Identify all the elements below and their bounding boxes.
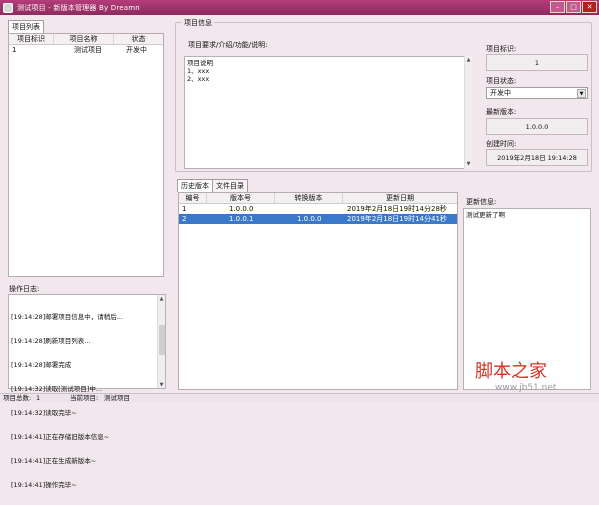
history-row-date: 2019年2月18日19时14分28秒 [347, 205, 447, 213]
log-line: [19:14:28]邮署项目信息中，请稍后... [11, 313, 123, 321]
history-list-panel: 编号 版本号 转换版本 更新日期 1 1.0.0.0 2019年2月18日19时… [178, 192, 458, 390]
tab-history-label: 历史版本 [181, 182, 209, 190]
created-time-label: 创建时间: [486, 140, 517, 148]
col-project-status[interactable]: 状态 [114, 34, 163, 44]
latest-version-label: 最新版本: [486, 108, 517, 116]
desc-scrollbar[interactable]: ▲ ▼ [464, 56, 472, 169]
status-current-value: 测试项目 [104, 394, 130, 402]
scroll-down-icon[interactable]: ▼ [465, 161, 472, 168]
log-line: [19:14:41]正在存储旧版本信息~ [11, 433, 110, 441]
history-list-header: 编号 版本号 转换版本 更新日期 [179, 193, 457, 204]
project-row-status: 开发中 [126, 46, 147, 54]
log-line: [19:14:28]刷新项目列表... [11, 337, 91, 345]
col-update-date[interactable]: 更新日期 [343, 193, 457, 203]
project-info-title: 项目信息 [182, 18, 214, 28]
log-textarea[interactable]: [19:14:28]邮署项目信息中，请稍后... [19:14:28]刷新项目列… [8, 294, 166, 489]
col-project-name[interactable]: 项目名称 [54, 34, 114, 44]
scroll-down-icon[interactable]: ▼ [158, 381, 165, 388]
project-desc-label: 项目要求/介绍/功能/说明: [188, 41, 268, 49]
tab-history[interactable]: 历史版本 [177, 179, 213, 192]
log-line: [19:14:32]读取完毕~ [11, 409, 77, 417]
history-row-converted [275, 204, 343, 214]
tab-project-list[interactable]: 项目列表 [8, 20, 44, 33]
minimize-button[interactable]: – [550, 1, 565, 13]
tab-file-directory-label: 文件目录 [216, 182, 244, 190]
window-controls: – □ ✕ [550, 1, 597, 13]
close-button[interactable]: ✕ [582, 1, 597, 13]
scroll-up-icon[interactable]: ▲ [158, 295, 165, 302]
log-scrollbar[interactable]: ▲ ▼ [157, 295, 165, 388]
history-row-converted: 1.0.0.0 [297, 215, 322, 223]
log-line: [19:14:32]读取[测试项目]中... [11, 385, 103, 393]
history-row[interactable]: 1 1.0.0.0 2019年2月18日19时14分28秒 [179, 204, 457, 214]
latest-version-field[interactable]: 1.0.0.0 [486, 118, 588, 135]
scroll-up-icon[interactable]: ▲ [465, 57, 472, 64]
history-row-version: 1.0.0.1 [229, 215, 254, 223]
status-bar: 项目总数: 1 当前项目: 测试项目 [0, 393, 599, 402]
project-list-header: 项目标识 项目名称 状态 [9, 34, 163, 45]
chevron-down-icon[interactable]: ▼ [577, 89, 586, 98]
project-desc-textarea[interactable]: 项目说明 1、xxx 2、xxx [184, 56, 472, 169]
project-id-label: 项目标识: [486, 45, 517, 53]
history-row-date: 2019年2月18日19时14分41秒 [347, 215, 447, 223]
tab-project-list-label: 项目列表 [12, 23, 40, 31]
project-list-panel: 项目标识 项目名称 状态 1 测试项目 开发中 [8, 33, 164, 277]
status-current-label: 当前项目: [70, 394, 99, 402]
window-title: 测试项目 - 新版本管理器 By Dreamn [17, 3, 140, 12]
log-line: [19:14:41]正在生成新版本~ [11, 457, 97, 465]
watermark-logo: 脚本之家 www.jb51.net [475, 361, 557, 393]
project-row-name: 测试项目 [74, 46, 102, 54]
col-project-id[interactable]: 项目标识 [9, 34, 54, 44]
status-total-value: 1 [36, 394, 41, 402]
project-row[interactable]: 1 测试项目 开发中 [9, 45, 163, 55]
project-status-select[interactable]: 开发中 ▼ [486, 87, 588, 99]
col-converted-version[interactable]: 转换版本 [275, 193, 343, 203]
col-version[interactable]: 版本号 [207, 193, 275, 203]
history-row-selected[interactable]: 2 1.0.0.1 1.0.0.0 2019年2月18日19时14分41秒 [179, 214, 457, 224]
log-label: 操作日志: [9, 285, 40, 293]
scroll-thumb[interactable] [159, 325, 165, 355]
app-icon [3, 2, 13, 13]
tab-file-directory[interactable]: 文件目录 [212, 179, 248, 192]
created-time-field[interactable]: 2019年2月18日 19:14:28 [486, 149, 588, 166]
project-status-label: 项目状态: [486, 77, 517, 85]
status-total-label: 项目总数: [3, 394, 32, 402]
log-line: [19:14:41]操作完毕~ [11, 481, 77, 489]
history-row-version: 1.0.0.0 [229, 205, 254, 213]
project-id-field[interactable]: 1 [486, 54, 588, 71]
project-status-value: 开发中 [490, 89, 511, 97]
project-row-id: 1 [12, 46, 17, 54]
col-number[interactable]: 编号 [179, 193, 207, 203]
title-bar: 测试项目 - 新版本管理器 By Dreamn – □ ✕ [0, 0, 599, 15]
watermark-brand: 脚本之家 [475, 361, 547, 382]
update-info-label: 更新信息: [466, 198, 497, 206]
history-row-number: 1 [182, 205, 187, 213]
log-line: [19:14:28]邮署完成 [11, 361, 72, 369]
restore-button[interactable]: □ [566, 1, 581, 13]
watermark-url: www.jb51.net [495, 383, 557, 393]
history-row-number: 2 [182, 215, 187, 223]
